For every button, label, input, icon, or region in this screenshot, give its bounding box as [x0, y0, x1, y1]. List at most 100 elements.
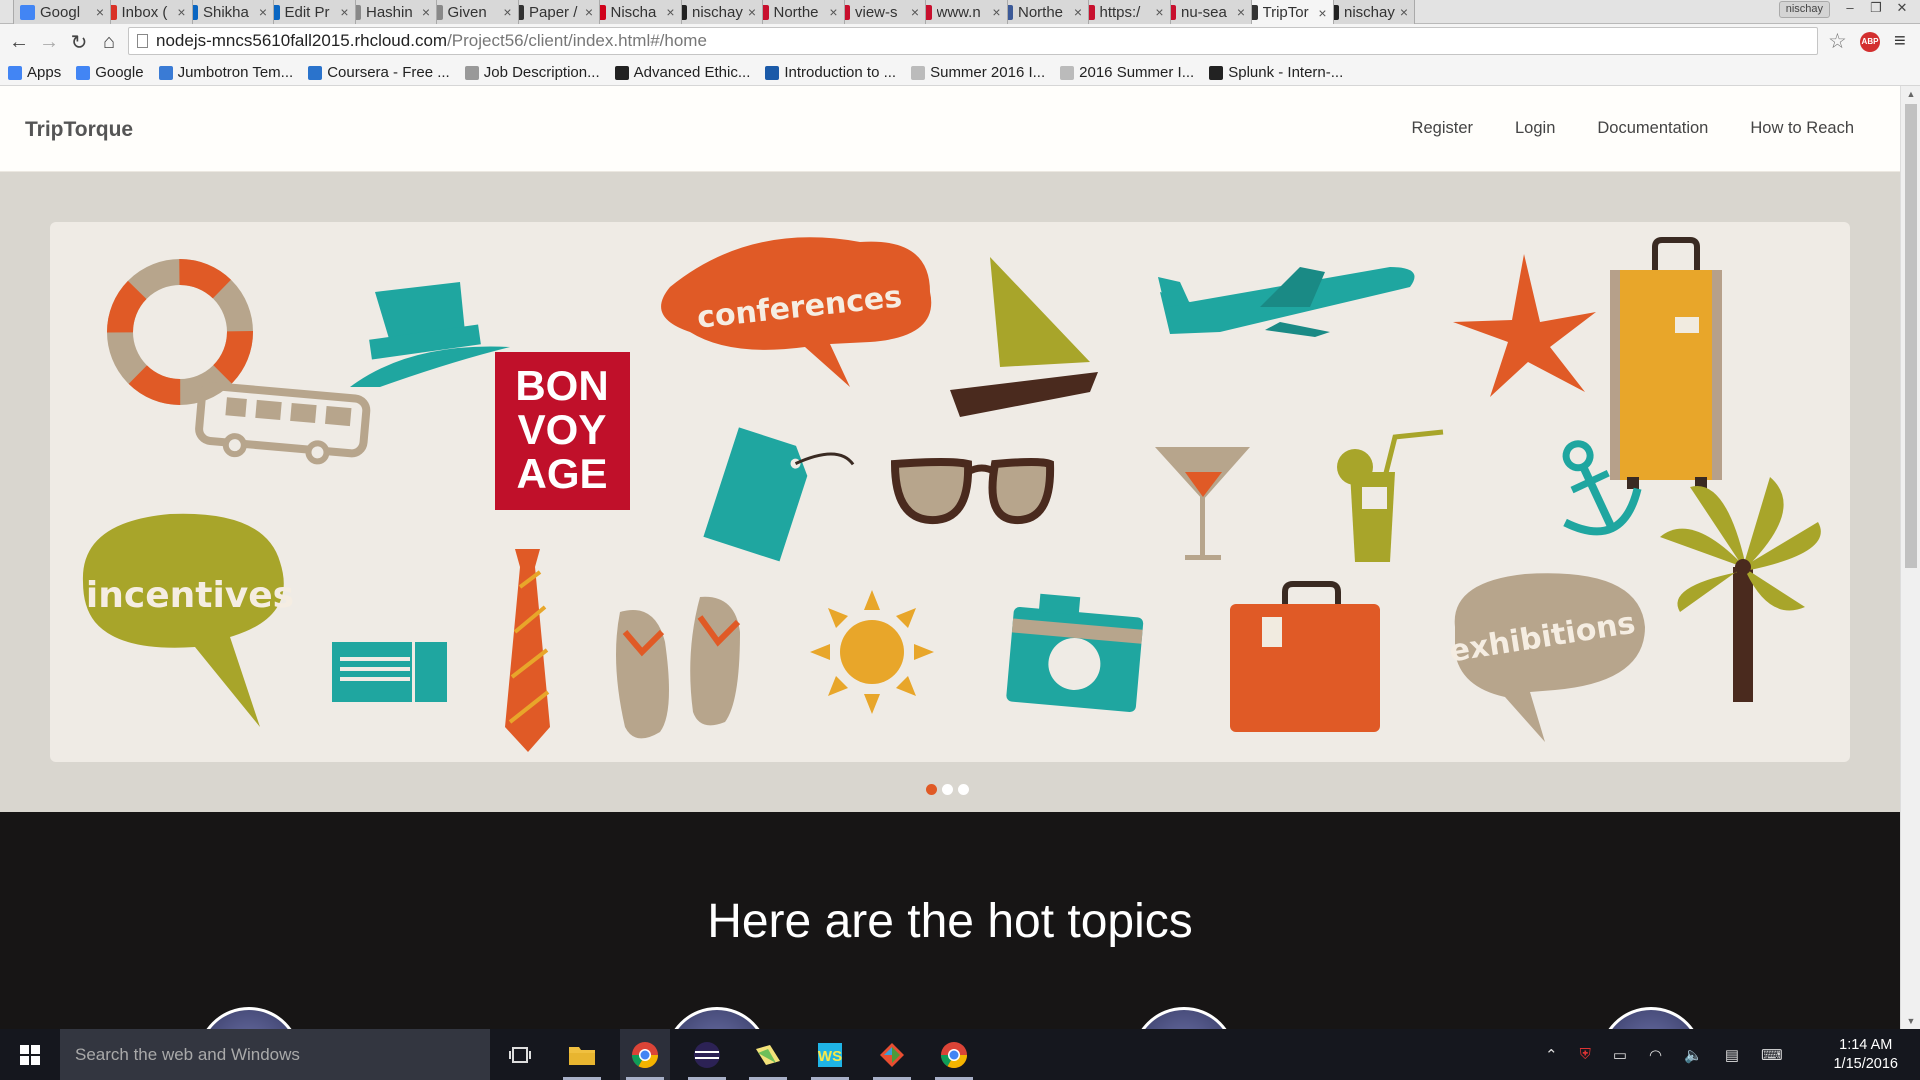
sign-line-1: BON [515, 362, 608, 409]
browser-tab[interactable]: Googl × [13, 0, 111, 24]
close-tab-icon[interactable]: × [259, 4, 267, 20]
minimize-button[interactable]: ‒ [1838, 0, 1862, 18]
site-navbar: TripTorque Register Login Documentation … [0, 86, 1900, 172]
close-tab-icon[interactable]: × [1155, 4, 1163, 20]
close-tab-icon[interactable]: × [503, 4, 511, 20]
tab-title: Edit Pr [284, 3, 330, 21]
nav-how-to-reach-link[interactable]: How to Reach [1750, 119, 1854, 138]
nav-documentation-link[interactable]: Documentation [1597, 119, 1708, 138]
git-tool-icon[interactable] [867, 1029, 917, 1080]
coursera-icon [308, 65, 323, 80]
keyboard-icon[interactable]: ⌨ [1761, 1046, 1783, 1064]
bookmark-item[interactable]: Apps [8, 64, 61, 81]
carousel-dot[interactable] [942, 784, 953, 795]
eclipse-logo-icon [694, 1041, 720, 1068]
close-tab-icon[interactable]: × [96, 4, 104, 20]
taskbar-clock[interactable]: 1:14 AM 1/15/2016 [1833, 1036, 1898, 1074]
hot-topics-title: Here are the hot topics [707, 895, 1193, 948]
eclipse-icon[interactable] [682, 1029, 732, 1080]
flip-flops-icon [616, 596, 741, 739]
page-scrollbar[interactable]: ▲ ▼ [1900, 86, 1920, 1029]
scroll-down-icon[interactable]: ▼ [1901, 1013, 1920, 1029]
chrome-logo-icon [631, 1041, 659, 1068]
bookmark-star-icon[interactable]: ☆ [1828, 29, 1847, 54]
url-host: nodejs-mncs5610fall2015.rhcloud.com [156, 31, 448, 50]
tab-title: TripTor [1262, 4, 1309, 21]
chrome-menu-icon[interactable]: ≡ [1894, 30, 1906, 53]
close-tab-icon[interactable]: × [666, 4, 674, 20]
close-tab-icon[interactable]: × [911, 4, 919, 20]
tab-title: https:/ [1099, 3, 1141, 21]
close-tab-icon[interactable]: × [1400, 4, 1408, 20]
chrome-taskbar-icon-2[interactable] [929, 1029, 979, 1080]
profile-button[interactable]: nischay [1778, 1, 1830, 18]
taskbar-search-placeholder: Search the web and Windows [75, 1044, 300, 1064]
page-icon [137, 34, 148, 48]
close-tab-icon[interactable]: × [422, 4, 430, 20]
task-view-icon[interactable] [495, 1029, 545, 1080]
page-viewport: TripTorque Register Login Documentation … [0, 86, 1900, 1029]
bookmark-item[interactable]: Summer 2016 I... [911, 64, 1045, 81]
bookmark-label: Introduction to ... [784, 64, 897, 81]
file-explorer-icon[interactable] [557, 1029, 607, 1080]
cocktail-icon [1155, 447, 1250, 560]
close-tab-icon[interactable]: × [340, 4, 348, 20]
notes-app-icon[interactable] [743, 1029, 793, 1080]
adblock-plus-icon[interactable]: ABP [1860, 32, 1880, 52]
tab-title: Hashin [366, 3, 413, 21]
bookmark-item[interactable]: Job Description... [464, 64, 600, 81]
close-tab-icon[interactable]: × [585, 4, 593, 20]
action-center-icon[interactable]: ▤ [1725, 1046, 1739, 1064]
carousel-dot[interactable] [926, 784, 937, 795]
close-tab-icon[interactable]: × [1318, 5, 1326, 21]
google-icon [20, 4, 35, 20]
incentives-bubble: incentives [82, 513, 294, 727]
bookmark-item[interactable]: Splunk - Intern-... [1209, 64, 1343, 81]
hero-carousel[interactable]: conferences BON VOY AGE incentives exhib… [50, 222, 1850, 762]
home-button[interactable]: ⌂ [94, 31, 124, 54]
tab-title: Northe [1018, 3, 1064, 21]
cloud-icon [1060, 65, 1075, 80]
close-tab-icon[interactable]: × [1074, 4, 1082, 20]
show-hidden-icons-icon[interactable]: ⌃ [1545, 1046, 1558, 1064]
tab-title: Nischa [610, 3, 657, 21]
forward-button[interactable]: → [34, 31, 64, 54]
volume-icon[interactable]: 🔈 [1684, 1046, 1703, 1064]
scroll-up-icon[interactable]: ▲ [1901, 86, 1920, 102]
bookmark-item[interactable]: 2016 Summer I... [1060, 64, 1194, 81]
nav-login-link[interactable]: Login [1515, 119, 1555, 138]
address-bar[interactable]: nodejs-mncs5610fall2015.rhcloud.com/Proj… [128, 27, 1818, 55]
reload-button[interactable]: ↻ [64, 30, 94, 55]
chrome-taskbar-icon[interactable] [620, 1029, 670, 1080]
close-tab-icon[interactable]: × [829, 4, 837, 20]
bookmark-item[interactable]: Introduction to ... [765, 64, 896, 81]
back-button[interactable]: ← [4, 31, 34, 54]
tab-title: www.n [936, 3, 981, 21]
battery-icon[interactable]: ▭ [1613, 1046, 1627, 1064]
taskbar-search-box[interactable]: Search the web and Windows [60, 1029, 490, 1080]
site-brand[interactable]: TripTorque [25, 118, 133, 142]
carousel-dot[interactable] [958, 784, 969, 795]
close-tab-icon[interactable]: × [748, 4, 756, 20]
scrollbar-thumb[interactable] [1905, 104, 1917, 568]
close-window-button[interactable]: ✕ [1890, 0, 1914, 18]
close-tab-icon[interactable]: × [992, 4, 1000, 20]
tab-title: view-s [855, 3, 898, 21]
sun-icon [810, 590, 934, 714]
travel-illustration: conferences BON VOY AGE incentives exhib… [82, 237, 1821, 752]
bookmark-item[interactable]: Google [76, 64, 144, 81]
bookmark-item[interactable]: Advanced Ethic... [614, 64, 750, 81]
start-button[interactable] [0, 1029, 60, 1080]
tab-title: Paper / [529, 3, 578, 21]
antivirus-shield-icon[interactable]: ⛨ [1580, 1046, 1591, 1063]
close-tab-icon[interactable]: × [177, 4, 185, 20]
bookmark-item[interactable]: Coursera - Free ... [308, 64, 450, 81]
folder-glyph [569, 1046, 595, 1065]
bookmark-item[interactable]: Jumbotron Tem... [158, 64, 293, 81]
wifi-icon[interactable]: ◠ [1649, 1046, 1662, 1064]
close-tab-icon[interactable]: × [1237, 4, 1245, 20]
airplane-icon [1158, 267, 1415, 337]
nav-register-link[interactable]: Register [1412, 119, 1473, 138]
webstorm-icon[interactable]: WS [805, 1029, 855, 1080]
restore-button[interactable]: ❐ [1864, 0, 1888, 18]
